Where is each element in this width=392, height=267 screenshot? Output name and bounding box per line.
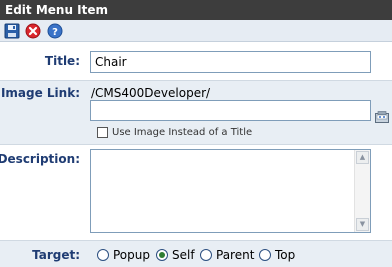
image-link-label: Image Link: xyxy=(0,86,80,100)
save-button[interactable] xyxy=(4,23,20,39)
title-row: Title: xyxy=(0,42,392,80)
target-top-label: Top xyxy=(275,248,296,262)
browse-image-button[interactable] xyxy=(375,111,389,123)
target-row: Target: Popup Self Parent Top xyxy=(0,240,392,267)
target-self-radio[interactable] xyxy=(156,249,168,261)
scroll-up-arrow-icon[interactable]: ▲ xyxy=(356,151,369,164)
description-textarea[interactable]: ▲ ▼ xyxy=(90,149,371,233)
image-path-text: /CMS400Developer/ xyxy=(91,86,211,100)
target-top-radio[interactable] xyxy=(259,249,271,261)
description-row: Description: ▲ ▼ xyxy=(0,144,392,240)
svg-text:?: ? xyxy=(52,27,58,38)
window-title: Edit Menu Item xyxy=(0,0,392,20)
target-popup-radio[interactable] xyxy=(97,249,109,261)
target-self-label: Self xyxy=(172,248,195,262)
description-label: Description: xyxy=(0,152,80,166)
help-button[interactable]: ? xyxy=(47,23,63,39)
target-label: Target: xyxy=(32,248,80,262)
target-popup-label: Popup xyxy=(113,248,150,262)
toolbar: ? xyxy=(0,20,392,42)
image-link-input[interactable] xyxy=(90,100,371,121)
help-icon: ? xyxy=(47,23,63,39)
use-image-checkbox-label: Use Image Instead of a Title xyxy=(112,127,253,138)
image-link-row: Image Link: /CMS400Developer/ Use Image … xyxy=(0,80,392,144)
use-image-checkbox[interactable] xyxy=(97,127,108,138)
target-parent-radio[interactable] xyxy=(200,249,212,261)
description-scrollbar[interactable]: ▲ ▼ xyxy=(354,150,370,232)
save-icon xyxy=(4,23,20,39)
cancel-button[interactable] xyxy=(25,23,41,39)
scroll-down-arrow-icon[interactable]: ▼ xyxy=(356,218,369,231)
browse-image-icon xyxy=(375,111,389,123)
target-parent-label: Parent xyxy=(216,248,255,262)
title-input[interactable] xyxy=(90,51,371,73)
title-label: Title: xyxy=(44,54,80,68)
cancel-icon xyxy=(25,23,41,39)
